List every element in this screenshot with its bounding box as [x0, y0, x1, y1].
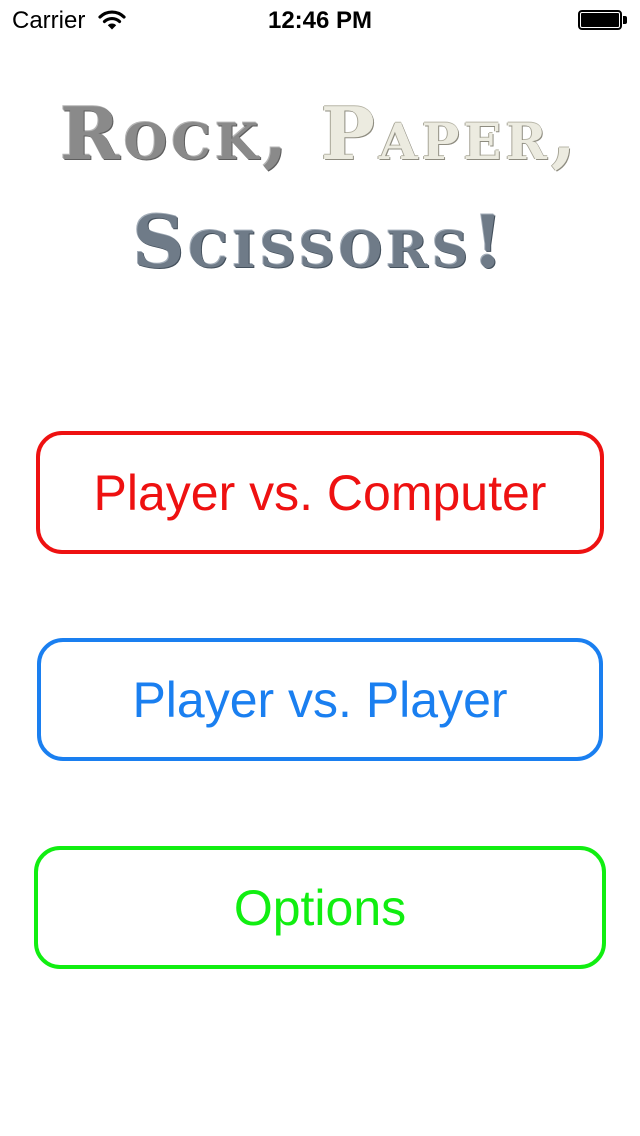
title-line-2: Scissors! — [0, 188, 640, 296]
player-vs-player-button[interactable]: Player vs. Player — [37, 638, 603, 761]
title-line-1: Rock, Paper, — [0, 80, 640, 188]
title-word-scissors: Scissors! — [132, 199, 508, 284]
title-word-paper: Paper, — [320, 91, 581, 176]
options-label: Options — [233, 879, 407, 936]
player-vs-computer-button[interactable]: Player vs. Computer — [36, 431, 604, 554]
battery-full-icon — [578, 10, 628, 30]
game-title: Rock, Paper, Scissors! — [0, 80, 640, 296]
options-button[interactable]: Options — [34, 846, 606, 969]
player-vs-player-label: Player vs. Player — [132, 671, 508, 728]
status-time: 12:46 PM — [267, 7, 373, 34]
player-vs-computer-label: Player vs. Computer — [93, 464, 547, 521]
title-word-rock: Rock, — [59, 91, 292, 176]
status-bar: Carrier 12:46 PM — [0, 0, 640, 40]
